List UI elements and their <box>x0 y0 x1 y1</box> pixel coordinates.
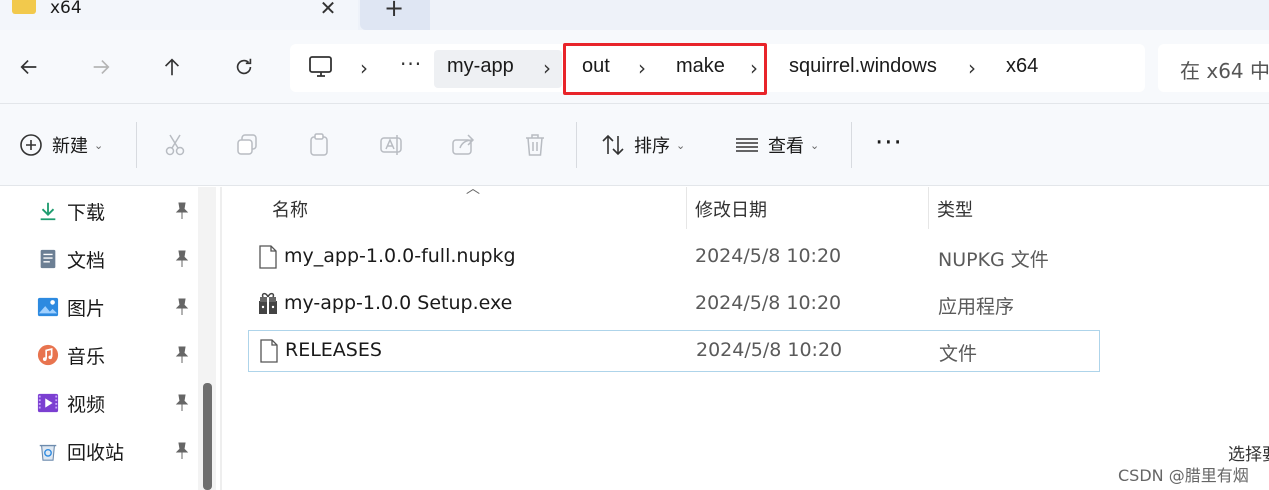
sidebar-item-documents[interactable]: 文档 <box>36 244 196 274</box>
chevron-down-icon: ⌄ <box>676 138 686 152</box>
breadcrumb-my-app[interactable]: my-app <box>447 55 514 78</box>
document-icon <box>36 247 60 271</box>
copy-button[interactable] <box>234 130 260 160</box>
sidebar-item-label: 图片 <box>67 297 106 320</box>
pin-icon[interactable] <box>174 250 190 268</box>
up-button[interactable] <box>157 52 187 82</box>
divider <box>851 122 852 168</box>
pictures-icon <box>36 295 60 319</box>
table-row[interactable]: my_app-1.0.0-full.nupkg 2024/5/8 10:20 N… <box>248 237 1100 277</box>
refresh-icon <box>236 58 252 75</box>
trash-icon <box>526 134 544 156</box>
view-button[interactable]: 查看 ⌄ <box>734 130 819 160</box>
forward-arrow-icon <box>93 59 110 75</box>
rename-icon <box>380 135 402 155</box>
download-icon <box>36 199 60 223</box>
back-arrow-icon <box>20 59 37 75</box>
file-name: my-app-1.0.0 Setup.exe <box>284 292 513 314</box>
breadcrumb-x64[interactable]: x64 <box>1006 55 1038 78</box>
forward-button[interactable] <box>86 52 116 82</box>
breadcrumb-squirrel-windows[interactable]: squirrel.windows <box>789 55 937 78</box>
sidebar-item-label: 视频 <box>67 393 106 416</box>
plus-icon[interactable]: + <box>384 0 404 22</box>
search-box[interactable]: 在 x64 中搜索 <box>1158 44 1269 92</box>
pin-icon[interactable] <box>174 202 190 220</box>
pin-icon[interactable] <box>174 298 190 316</box>
paste-button[interactable] <box>306 130 332 160</box>
watermark: CSDN @腊里有烟 <box>1118 466 1249 485</box>
sort-button[interactable]: 排序 ⌄ <box>600 130 685 160</box>
view-lines-icon <box>736 138 758 152</box>
sidebar-item-music[interactable]: 音乐 <box>36 340 196 370</box>
scissors-icon <box>165 134 185 156</box>
sort-arrows-icon <box>602 134 624 156</box>
file-type: NUPKG 文件 <box>938 249 1049 271</box>
copy-icon <box>237 134 257 155</box>
search-placeholder: 在 x64 中搜索 <box>1180 59 1269 83</box>
tab-title: x64 <box>50 0 82 18</box>
this-pc-monitor-icon[interactable] <box>308 55 334 79</box>
sidebar-item-downloads[interactable]: 下载 <box>36 196 196 226</box>
divider <box>576 122 577 168</box>
add-circle-icon <box>20 134 42 156</box>
file-modified: 2024/5/8 10:20 <box>695 292 842 314</box>
sidebar-item-recycle-bin[interactable]: 回收站 <box>36 436 196 466</box>
sidebar-scrollbar-thumb[interactable] <box>203 383 212 490</box>
installer-icon <box>259 292 277 314</box>
up-arrow-icon <box>164 58 180 76</box>
close-tab-icon[interactable]: ✕ <box>316 0 340 20</box>
file-type: 应用程序 <box>938 296 1015 318</box>
file-icon <box>259 245 277 269</box>
file-type: 文件 <box>939 343 978 365</box>
breadcrumb-separator[interactable]: › <box>543 56 551 80</box>
refresh-button[interactable] <box>229 52 259 82</box>
file-icon <box>260 339 278 363</box>
breadcrumb-overflow-button[interactable]: ··· <box>400 52 422 76</box>
chevron-down-icon: ⌄ <box>94 138 104 152</box>
delete-button[interactable] <box>522 130 548 160</box>
folder-icon <box>12 0 36 14</box>
sidebar-item-label: 下载 <box>67 201 106 224</box>
clipboard-icon <box>310 133 328 156</box>
video-icon <box>36 391 60 415</box>
share-button[interactable] <box>450 130 476 160</box>
sidebar-item-label: 文档 <box>67 249 106 272</box>
tab-x64[interactable]: x64 ✕ <box>0 0 358 30</box>
table-row[interactable]: my-app-1.0.0 Setup.exe 2024/5/8 10:20 应用… <box>248 284 1100 324</box>
sidebar-item-pictures[interactable]: 图片 <box>36 292 196 322</box>
sidebar-item-label: 音乐 <box>67 345 106 368</box>
breadcrumb-separator[interactable]: › <box>360 56 368 80</box>
sort-label: 排序 <box>634 136 670 157</box>
sidebar-item-videos[interactable]: 视频 <box>36 388 196 418</box>
back-button[interactable] <box>14 52 44 82</box>
file-modified: 2024/5/8 10:20 <box>695 245 842 267</box>
file-modified: 2024/5/8 10:20 <box>696 339 843 361</box>
file-name: my_app-1.0.0-full.nupkg <box>284 245 516 267</box>
column-header-modified[interactable]: 修改日期 <box>695 196 767 222</box>
rename-button[interactable] <box>378 130 404 160</box>
file-name: RELEASES <box>285 339 382 361</box>
more-options-button[interactable]: ··· <box>875 128 903 158</box>
column-divider[interactable] <box>928 187 929 229</box>
annotation-highlight-box <box>563 43 767 95</box>
music-icon <box>36 343 60 367</box>
column-header-type[interactable]: 类型 <box>937 196 973 222</box>
share-icon <box>452 134 475 155</box>
sort-ascending-icon: ︿ <box>466 181 480 197</box>
table-row-focused[interactable]: RELEASES 2024/5/8 10:20 文件 <box>248 330 1100 372</box>
sidebar-item-label: 回收站 <box>67 441 125 464</box>
divider <box>136 122 137 168</box>
column-header-name[interactable]: 名称 <box>272 196 308 222</box>
view-label: 查看 <box>768 136 804 157</box>
cut-button[interactable] <box>162 130 188 160</box>
pin-icon[interactable] <box>174 442 190 460</box>
breadcrumb-separator[interactable]: › <box>968 56 976 80</box>
new-label: 新建 <box>52 136 88 157</box>
new-button[interactable]: 新建 ⌄ <box>18 130 103 160</box>
pin-icon[interactable] <box>174 346 190 364</box>
column-divider[interactable] <box>686 187 687 229</box>
recycle-bin-icon <box>36 439 60 463</box>
pin-icon[interactable] <box>174 394 190 412</box>
chevron-down-icon: ⌄ <box>810 138 820 152</box>
